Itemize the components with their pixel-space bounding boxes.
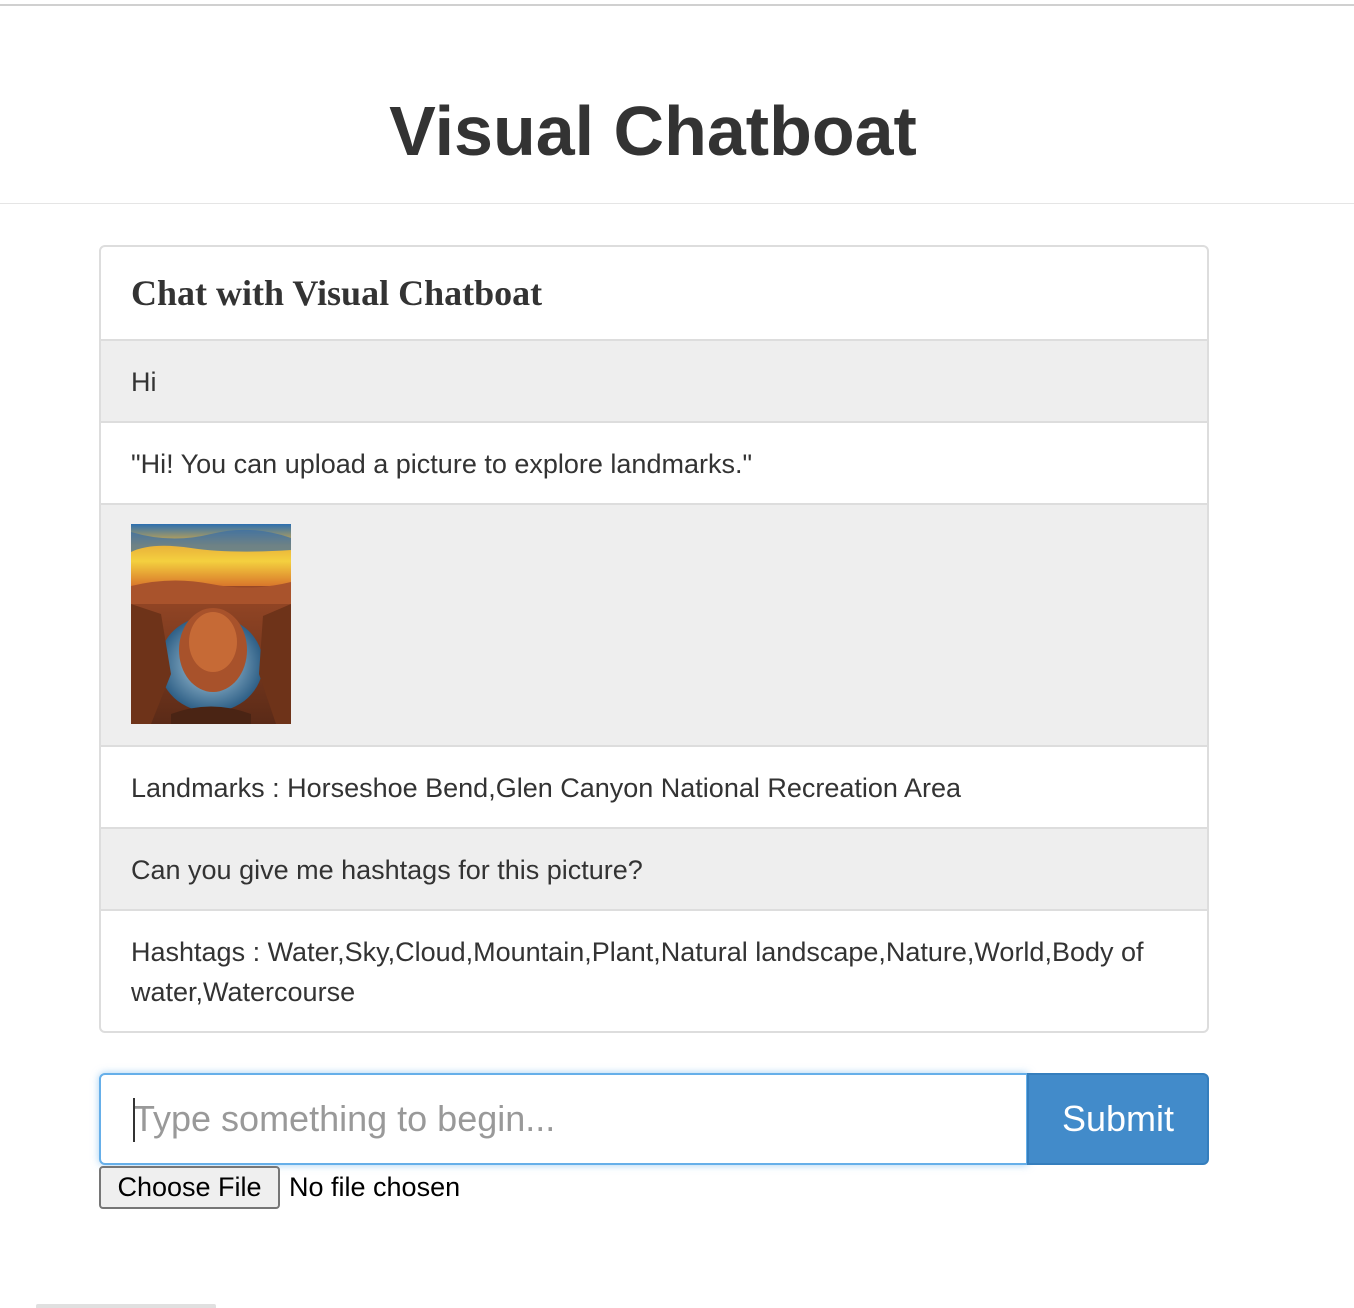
message-text: Hashtags : Water,Sky,Cloud,Mountain,Plan…: [131, 937, 1144, 1007]
chat-panel-title: Chat with Visual Chatboat: [131, 273, 543, 313]
message-text: Landmarks : Horseshoe Bend,Glen Canyon N…: [131, 773, 961, 803]
file-status: No file chosen: [289, 1172, 461, 1202]
chat-panel: Chat with Visual Chatboat Hi "Hi! You ca…: [99, 245, 1209, 1033]
message-input[interactable]: [99, 1073, 1028, 1165]
chat-panel-heading: Chat with Visual Chatboat: [101, 247, 1207, 341]
bot-message: "Hi! You can upload a picture to explore…: [101, 423, 1207, 505]
submit-button[interactable]: Submit: [1027, 1073, 1209, 1165]
page-title: Visual Chatboat: [389, 92, 917, 170]
bottom-edge-element: [36, 1304, 216, 1308]
user-message: Can you give me hashtags for this pictur…: [101, 829, 1207, 911]
page-header: Visual Chatboat: [0, 6, 1354, 204]
message-text: "Hi! You can upload a picture to explore…: [131, 449, 753, 479]
bot-message: Hashtags : Water,Sky,Cloud,Mountain,Plan…: [101, 911, 1207, 1031]
message-text: Hi: [131, 367, 157, 397]
text-caret: [133, 1098, 135, 1142]
message-text: Can you give me hashtags for this pictur…: [131, 855, 643, 885]
user-image-message: [101, 505, 1207, 747]
uploaded-photo: [131, 524, 291, 724]
bot-message: Landmarks : Horseshoe Bend,Glen Canyon N…: [101, 747, 1207, 829]
user-message: Hi: [101, 341, 1207, 423]
choose-file-button[interactable]: Choose File: [99, 1166, 280, 1209]
